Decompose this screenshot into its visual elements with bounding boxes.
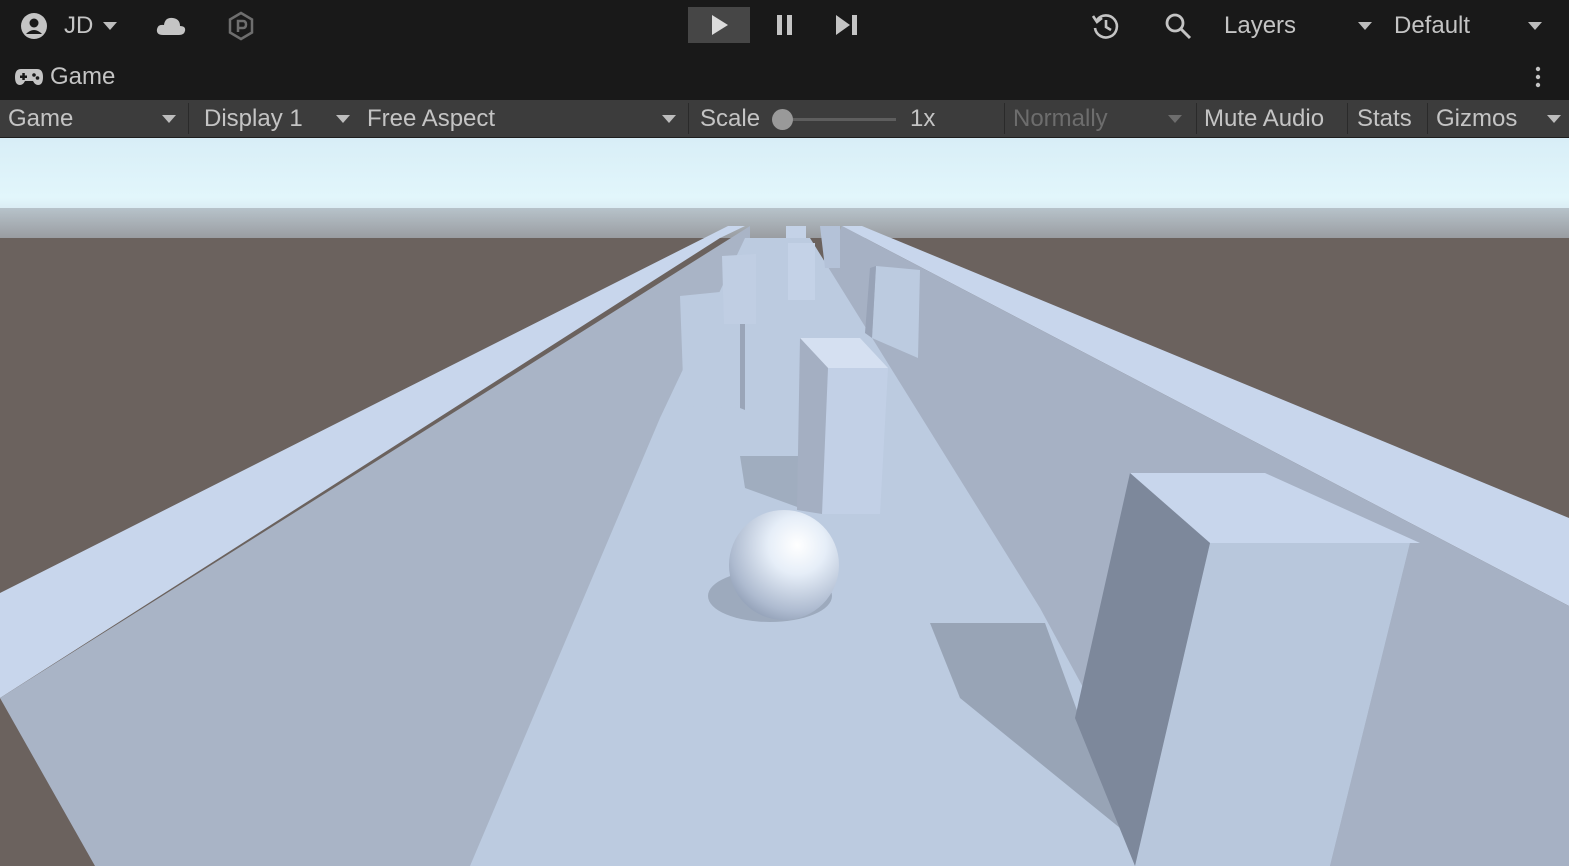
display-dropdown[interactable]: Display 1	[196, 100, 356, 137]
undo-history-button[interactable]	[1088, 9, 1124, 43]
step-icon	[836, 15, 857, 35]
play-focus-dropdown[interactable]: Normally	[1006, 100, 1192, 137]
tab-game[interactable]: Game	[14, 60, 115, 94]
kebab-menu-icon	[1535, 66, 1541, 88]
slider-thumb[interactable]	[772, 108, 794, 130]
history-icon	[1091, 14, 1119, 39]
account-dropdown[interactable]: JD	[20, 10, 118, 42]
gizmos-dropdown[interactable]: Gizmos	[1430, 100, 1569, 137]
tab-menu-button[interactable]	[1530, 64, 1546, 90]
gamepad-icon	[15, 69, 43, 85]
pause-icon	[777, 15, 792, 35]
chevron-down-icon	[1358, 22, 1372, 30]
playmode-controls	[688, 7, 878, 43]
separator	[1196, 103, 1197, 134]
layers-dropdown[interactable]: Layers	[1224, 10, 1376, 42]
chevron-down-icon	[662, 114, 676, 123]
tab-title: Game	[50, 63, 116, 90]
pause-button[interactable]	[754, 7, 816, 43]
scale-control: Scale 1x	[700, 100, 1000, 137]
chevron-down-icon	[1168, 114, 1182, 123]
separator	[688, 103, 689, 134]
separator	[1347, 103, 1348, 134]
package-icon	[228, 11, 254, 41]
play-icon	[712, 15, 728, 35]
scale-slider[interactable]	[772, 108, 897, 130]
package-manager-button[interactable]	[226, 10, 256, 42]
stats-toggle[interactable]: Stats	[1352, 100, 1424, 137]
layout-dropdown[interactable]: Default	[1394, 10, 1546, 42]
layout-label: Default	[1394, 12, 1471, 39]
view-type-label: Game	[8, 104, 74, 132]
cloud-button[interactable]	[148, 8, 194, 44]
gizmos-label: Gizmos	[1436, 104, 1518, 132]
scene-render	[0, 138, 1569, 866]
chevron-down-icon	[103, 22, 118, 30]
chevron-down-icon	[1528, 22, 1542, 30]
step-button[interactable]	[816, 7, 878, 43]
game-viewport[interactable]	[0, 138, 1569, 866]
aspect-label: Free Aspect	[367, 104, 496, 132]
view-type-dropdown[interactable]: Game	[0, 100, 186, 137]
separator	[1427, 103, 1428, 134]
middle-block-front	[822, 368, 888, 514]
separator	[188, 103, 189, 134]
search-button[interactable]	[1160, 9, 1196, 43]
account-icon	[21, 13, 47, 39]
window-tab-bar: Game	[0, 52, 1569, 100]
main-toolbar: JD Layers Default	[0, 0, 1569, 52]
player-ball	[729, 510, 839, 620]
mute-audio-toggle[interactable]: Mute Audio	[1198, 100, 1342, 137]
game-view-controls: Game Display 1 Free Aspect Scale 1x Norm…	[0, 100, 1569, 138]
play-button[interactable]	[688, 7, 750, 43]
cloud-icon	[156, 17, 186, 35]
aspect-dropdown[interactable]: Free Aspect	[359, 100, 684, 137]
layers-label: Layers	[1224, 12, 1297, 39]
scale-label: Scale	[700, 104, 761, 132]
account-label: JD	[64, 12, 94, 39]
far-pillar	[786, 226, 806, 238]
display-label: Display 1	[204, 104, 303, 132]
scale-value: 1x	[910, 104, 936, 132]
chevron-down-icon	[336, 114, 350, 123]
separator	[1004, 103, 1005, 134]
chevron-down-icon	[162, 114, 176, 123]
left-pillar-2	[722, 254, 756, 324]
play-focus-label: Normally	[1013, 104, 1108, 132]
far-pillar	[788, 243, 815, 300]
search-icon	[1165, 13, 1192, 40]
chevron-down-icon	[1547, 114, 1561, 123]
mute-audio-label: Mute Audio	[1204, 104, 1325, 132]
stats-label: Stats	[1357, 104, 1412, 132]
